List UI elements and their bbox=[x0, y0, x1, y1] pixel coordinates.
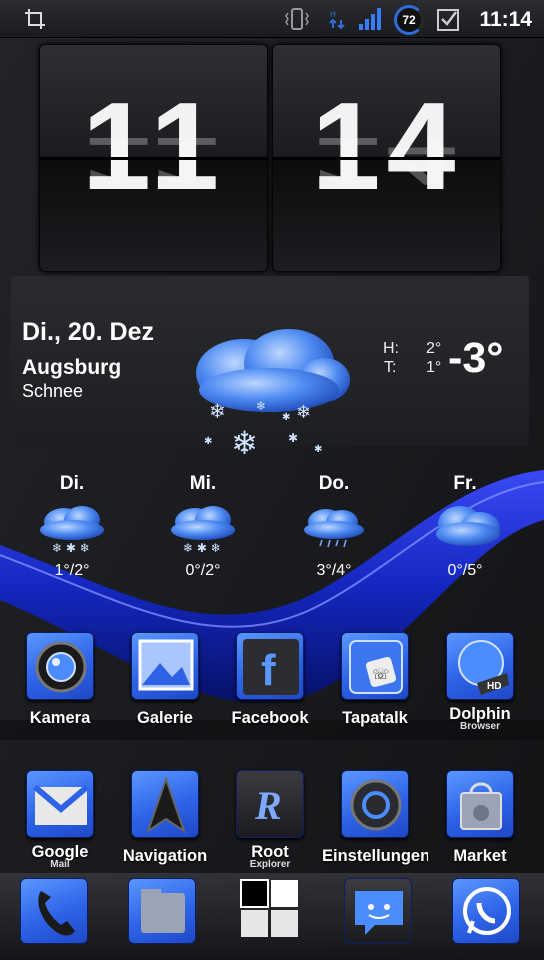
forecast-day: Do. bbox=[318, 473, 350, 494]
app-label: Galerie bbox=[137, 709, 193, 727]
svg-text:❄ ✱ ❄: ❄ ✱ ❄ bbox=[52, 541, 90, 555]
gmail-icon bbox=[26, 770, 94, 838]
app-galerie[interactable]: Galerie bbox=[112, 632, 218, 742]
app-label: Navigation bbox=[122, 847, 208, 865]
forecast-day: Di. bbox=[59, 473, 85, 494]
dock-whatsapp[interactable] bbox=[452, 878, 520, 944]
cloud-icon bbox=[436, 506, 500, 546]
svg-text:R: R bbox=[254, 783, 282, 828]
forecast-temps: 3°/4° bbox=[316, 562, 352, 579]
tapatalk-icon: ☏ bbox=[341, 632, 409, 700]
clock-minutes-card[interactable]: 14 14 bbox=[272, 44, 501, 272]
svg-text:☏: ☏ bbox=[372, 667, 390, 683]
all-apps-grid-icon bbox=[240, 879, 298, 937]
clock-minutes-reflection: 14 bbox=[311, 122, 462, 199]
snow-cloud-icon: ❄ ✱ ❄ bbox=[40, 506, 104, 555]
forecast-temps: 0°/2° bbox=[185, 562, 221, 579]
market-bag-icon bbox=[446, 770, 514, 838]
forecast-temps: 1°/2° bbox=[54, 562, 90, 579]
app-label: Tapatalk bbox=[342, 709, 408, 727]
app-einstellungen[interactable]: Einstellungen bbox=[322, 770, 428, 880]
svg-text:❄: ❄ bbox=[209, 399, 226, 423]
app-drawer-icon bbox=[128, 878, 196, 944]
svg-text:✱: ✱ bbox=[204, 436, 212, 447]
dock-messaging[interactable] bbox=[344, 878, 412, 944]
notification-check-icon bbox=[437, 9, 459, 31]
app-facebook[interactable]: f Facebook bbox=[217, 632, 323, 742]
weather-current-temp: -3° bbox=[448, 334, 504, 382]
flip-hinge bbox=[40, 157, 267, 160]
app-root-explorer[interactable]: R Root Explorer bbox=[217, 770, 323, 880]
svg-text:❄ ✱ ❄: ❄ ✱ ❄ bbox=[183, 541, 221, 555]
signal-strength-icon bbox=[359, 8, 381, 30]
app-label: Market bbox=[453, 847, 507, 865]
svg-text:❄: ❄ bbox=[256, 399, 266, 413]
phone-icon bbox=[20, 878, 88, 944]
weather-date: Di., 20. Dez bbox=[22, 318, 154, 346]
weather-condition: Schnee bbox=[22, 381, 84, 401]
navigation-arrow-icon bbox=[131, 770, 199, 838]
flip-hinge bbox=[273, 157, 500, 160]
vibrate-icon bbox=[285, 8, 309, 30]
battery-indicator: 72 bbox=[394, 5, 424, 35]
data-transfer-icon: H bbox=[329, 10, 345, 30]
svg-text:f: f bbox=[261, 646, 276, 695]
snow-cloud-icon: ❄ ❄ ❄ ✱ ❄ ✱ ✱ ✱ bbox=[196, 329, 350, 460]
weather-high-label: H: bbox=[383, 340, 399, 357]
weather-city: Augsburg bbox=[22, 356, 122, 379]
app-sublabel: Mail bbox=[50, 859, 70, 870]
camera-icon bbox=[26, 632, 94, 700]
app-sublabel: Explorer bbox=[249, 859, 291, 870]
clock-hours-reflection: 11 bbox=[81, 122, 226, 199]
dolphin-browser-icon: HD bbox=[446, 632, 514, 700]
settings-dial-icon bbox=[341, 770, 409, 838]
dock-all-apps[interactable] bbox=[240, 878, 300, 944]
snow-cloud-icon: ❄ ✱ ❄ bbox=[171, 506, 235, 555]
gallery-icon bbox=[131, 632, 199, 700]
messaging-icon bbox=[344, 878, 412, 944]
svg-text:HD: HD bbox=[487, 681, 501, 692]
screenshot-crop-icon bbox=[25, 9, 45, 29]
app-label: Einstellungen bbox=[322, 847, 428, 865]
app-market[interactable]: Market bbox=[427, 770, 533, 880]
weather-high-value: 2° bbox=[426, 340, 442, 357]
svg-text:✱: ✱ bbox=[288, 431, 298, 445]
app-navigation[interactable]: Navigation bbox=[112, 770, 218, 880]
weather-low-label: T: bbox=[384, 359, 397, 376]
svg-text:✱: ✱ bbox=[282, 412, 290, 423]
dock-phone[interactable] bbox=[20, 878, 88, 944]
rain-cloud-icon bbox=[304, 509, 364, 548]
status-bar: H 72 11:14 bbox=[0, 0, 544, 38]
status-time: 11:14 bbox=[479, 8, 532, 31]
dock-app-drawer[interactable] bbox=[128, 878, 196, 944]
forecast-temps: 0°/5° bbox=[447, 562, 483, 579]
app-dolphin-browser[interactable]: HD Dolphin Browser bbox=[427, 632, 533, 742]
whatsapp-icon bbox=[452, 878, 520, 944]
svg-text:H: H bbox=[330, 10, 336, 19]
app-sublabel: Browser bbox=[459, 721, 500, 732]
app-kamera[interactable]: Kamera bbox=[7, 632, 113, 742]
clock-hours-card[interactable]: 11 11 bbox=[39, 44, 268, 272]
app-label: Facebook bbox=[231, 709, 309, 727]
svg-text:❄: ❄ bbox=[231, 424, 258, 460]
svg-text:❄: ❄ bbox=[296, 402, 311, 423]
forecast-day: Mi. bbox=[189, 473, 217, 494]
weather-low-value: 1° bbox=[426, 359, 442, 376]
app-google-mail[interactable]: Google Mail bbox=[7, 770, 113, 880]
app-label: Kamera bbox=[29, 709, 91, 727]
forecast-day: Fr. bbox=[453, 473, 477, 494]
root-explorer-icon: R bbox=[236, 770, 304, 838]
svg-text:✱: ✱ bbox=[314, 444, 322, 455]
facebook-icon: f bbox=[236, 632, 304, 700]
app-tapatalk[interactable]: ☏ Tapatalk bbox=[322, 632, 428, 742]
